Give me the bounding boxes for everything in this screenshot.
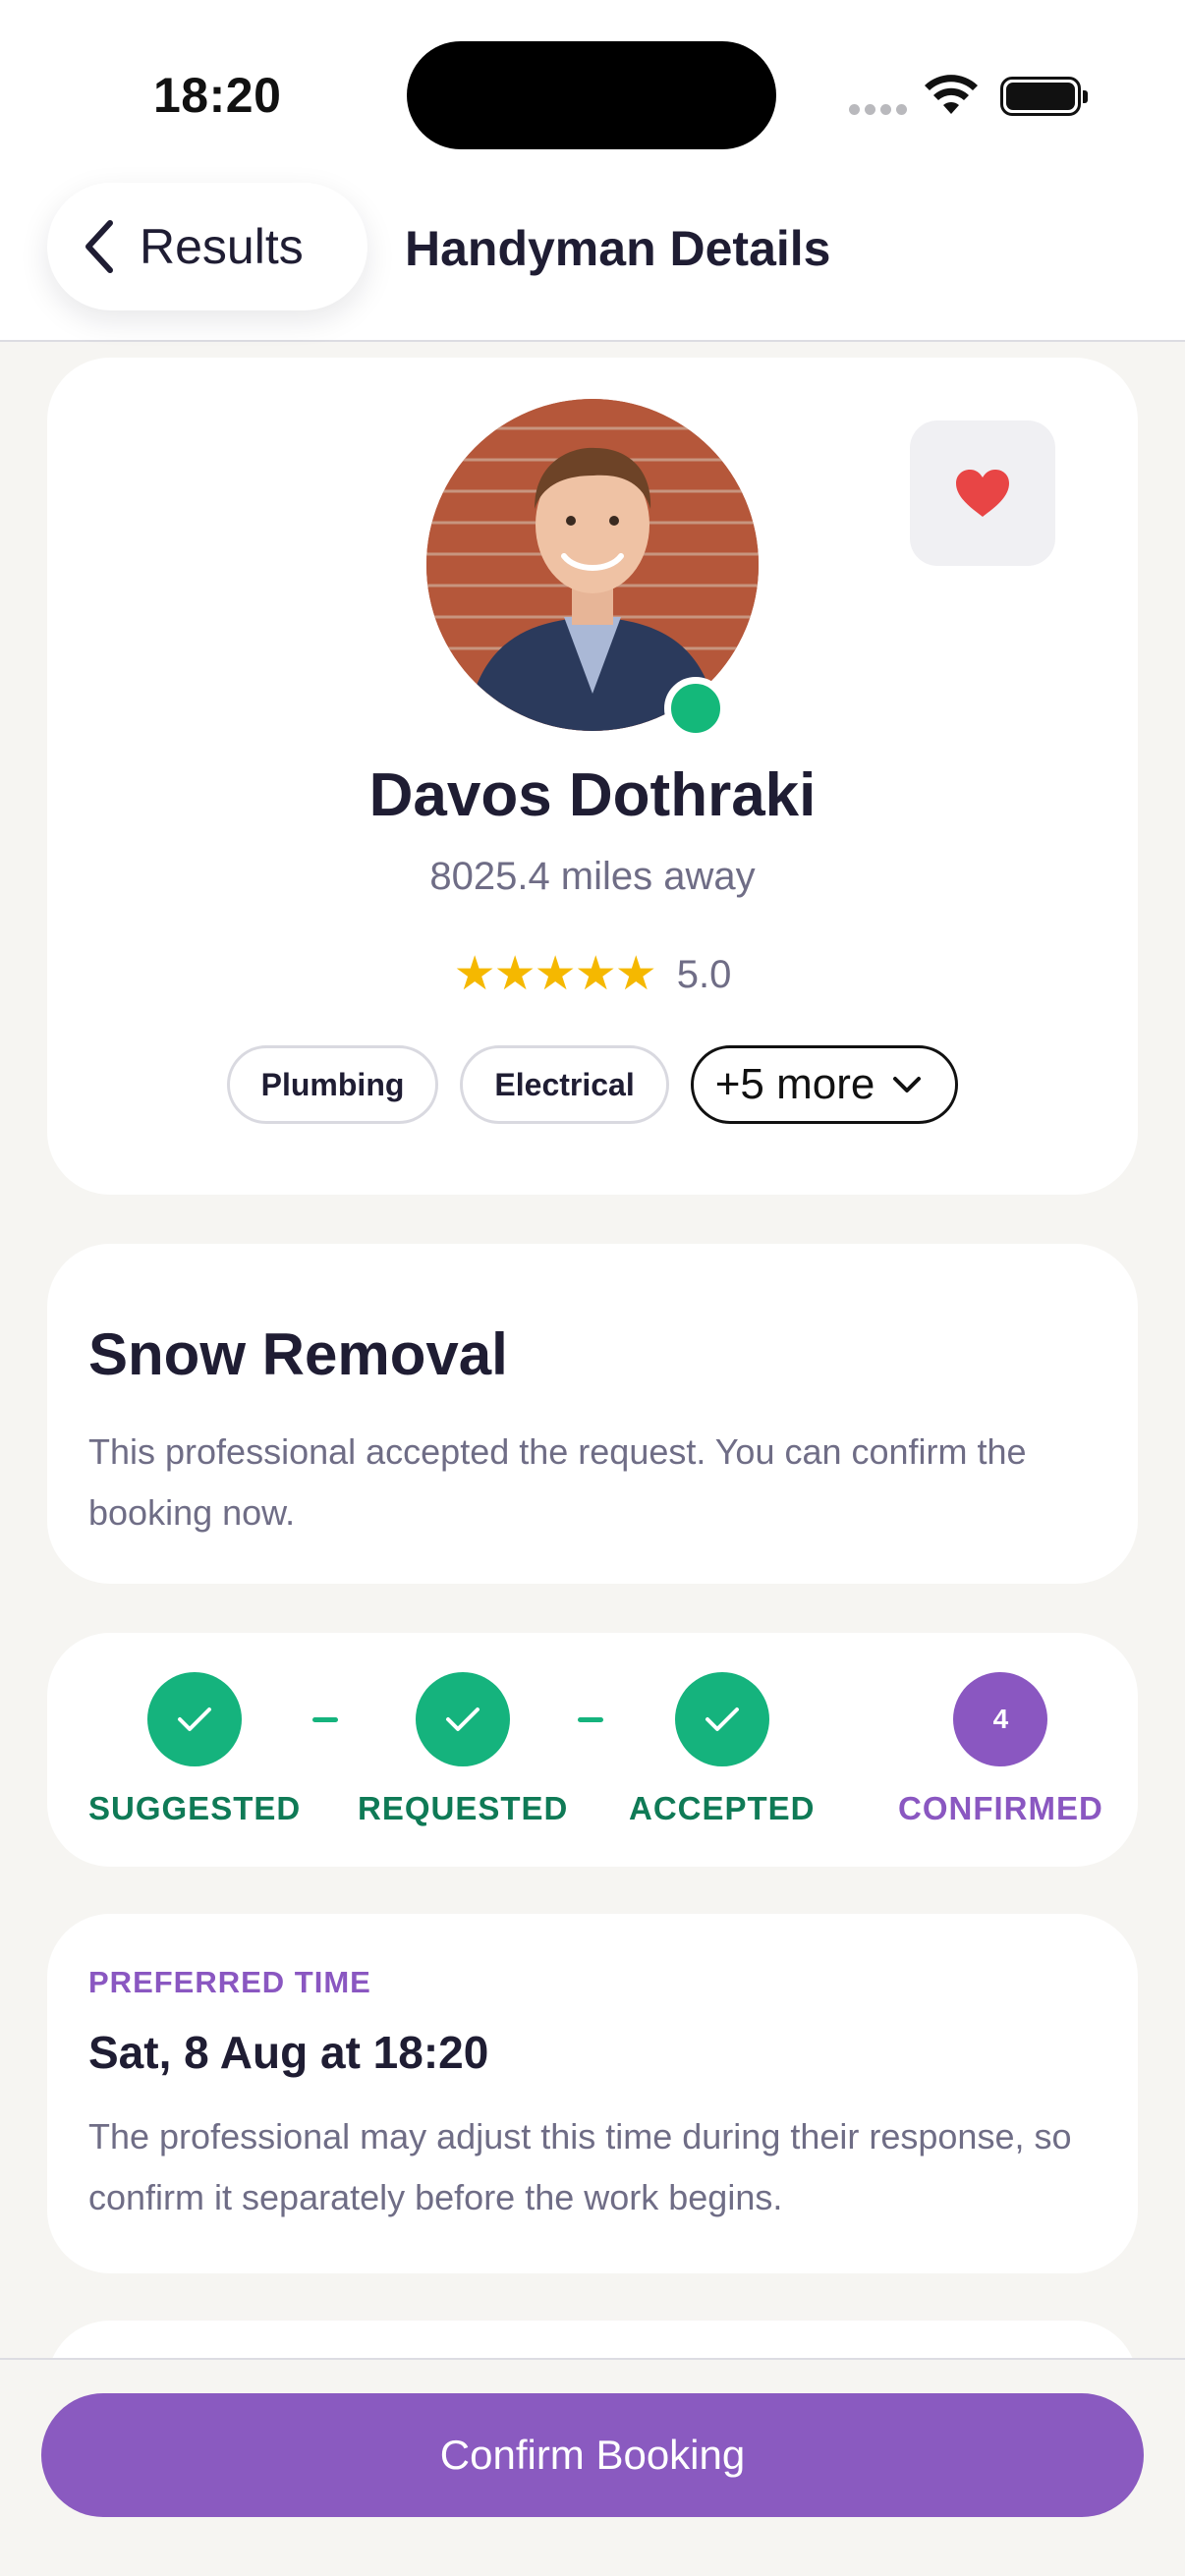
dynamic-island — [407, 41, 776, 149]
back-button[interactable]: Results — [47, 183, 367, 310]
status-description: This professional accepted the request. … — [88, 1431, 1027, 1533]
skills-chips: Plumbing Electrical +5 more — [47, 1045, 1138, 1124]
checkmark-icon — [705, 1708, 739, 1731]
more-skills-button[interactable]: +5 more — [690, 1045, 959, 1124]
step-label: REQUESTED — [358, 1790, 569, 1826]
wifi-icon — [925, 75, 978, 114]
chevron-down-icon — [893, 1077, 922, 1092]
preferred-time-card: PREFERRED TIME Sat, 8 Aug at 18:20 The p… — [47, 1914, 1138, 2273]
status-time: 18:20 — [153, 68, 282, 123]
booking-progress-card: SUGGESTED REQUESTED ACCEPTED 4 CONFIRMED — [47, 1633, 1138, 1867]
step-label: SUGGESTED — [88, 1790, 302, 1826]
star-rating-icon: ★★★★★ — [453, 948, 657, 1000]
step-accepted: ACCEPTED — [629, 1672, 816, 1827]
step-number-indicator: 4 — [953, 1672, 1048, 1766]
skill-chip: Electrical — [460, 1045, 669, 1124]
skill-chip: Plumbing — [226, 1045, 439, 1124]
confirm-booking-button[interactable]: Confirm Booking — [41, 2393, 1144, 2517]
handyman-name: Davos Dothraki — [368, 761, 817, 829]
online-status-indicator — [664, 677, 727, 740]
step-connector — [578, 1717, 603, 1722]
step-suggested: SUGGESTED — [88, 1672, 301, 1827]
chevron-left-icon — [85, 220, 113, 273]
back-label: Results — [140, 219, 304, 274]
checkmark-icon — [178, 1708, 212, 1731]
favorite-button[interactable] — [910, 420, 1055, 566]
step-label: CONFIRMED — [898, 1790, 1103, 1826]
step-label: ACCEPTED — [629, 1790, 816, 1826]
profile-card: Davos Dothraki 8025.4 miles away ★★★★★ 5… — [47, 358, 1138, 1195]
step-requested: REQUESTED — [358, 1672, 568, 1827]
preferred-time-label: PREFERRED TIME — [88, 1965, 371, 1999]
heart-icon — [956, 470, 1009, 517]
battery-icon — [1000, 77, 1088, 116]
rating-value: 5.0 — [676, 952, 732, 996]
step-complete-indicator — [147, 1672, 243, 1766]
distance-text: 8025.4 miles away — [429, 855, 756, 898]
screen: 18:20 Results Handyman Details Davos Dot… — [0, 0, 1185, 2576]
preferred-time-value: Sat, 8 Aug at 18:20 — [88, 2027, 489, 2078]
more-skills-label: +5 more — [714, 1060, 875, 1108]
cellular-signal-icon — [849, 104, 907, 115]
preferred-time-note: The professional may adjust this time du… — [88, 2116, 1072, 2217]
checkmark-icon — [446, 1708, 480, 1731]
page-title: Handyman Details — [405, 221, 831, 276]
step-connector — [312, 1717, 338, 1722]
step-complete-indicator — [674, 1672, 769, 1766]
step-confirmed: 4 CONFIRMED — [898, 1672, 1103, 1827]
request-status-card: Snow Removal This professional accepted … — [47, 1244, 1138, 1584]
top-bar: 18:20 Results Handyman Details — [0, 0, 1185, 342]
bottom-action-bar: Confirm Booking — [0, 2358, 1185, 2576]
service-title: Snow Removal — [88, 1321, 508, 1387]
rating-row: ★★★★★ 5.0 — [47, 951, 1138, 998]
step-complete-indicator — [416, 1672, 511, 1766]
